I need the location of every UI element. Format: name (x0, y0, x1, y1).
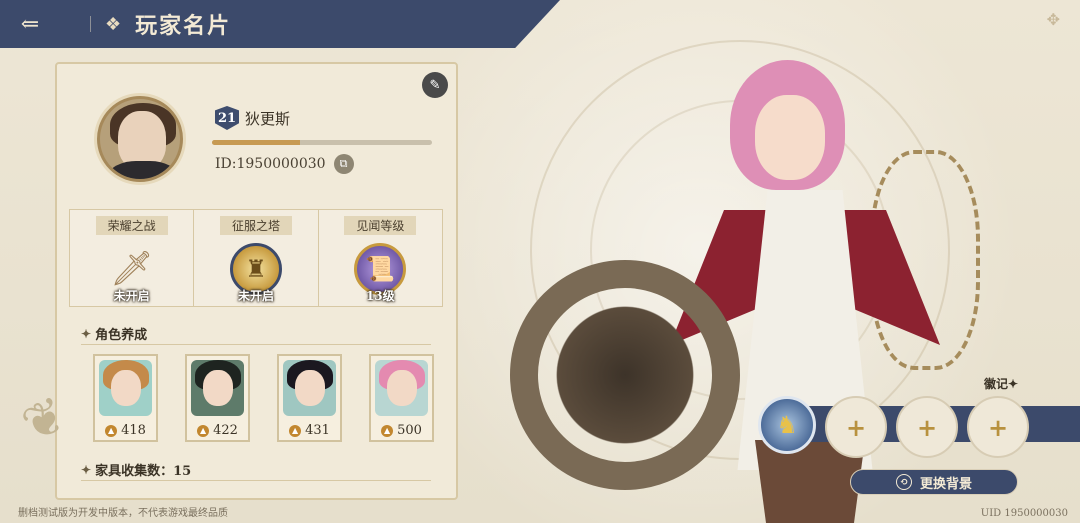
character-portrait (99, 360, 152, 416)
character-portrait (191, 360, 244, 416)
furniture-collection-count: ✦ 家具收集数：15 (81, 460, 192, 480)
character-power: ▲ 500 (371, 423, 432, 438)
star-icon: ✦ (81, 462, 92, 477)
power-value: 431 (305, 423, 330, 438)
character-card[interactable]: ▲ 418 (93, 354, 158, 442)
section-divider (81, 480, 431, 481)
header-divider (90, 16, 91, 32)
power-value: 418 (121, 423, 146, 438)
stat-glory-battle[interactable]: 荣耀之战 🗡 未开启 (70, 210, 193, 306)
avatar-body (108, 161, 178, 179)
character-portrait (375, 360, 428, 416)
flame-icon: ▲ (197, 424, 210, 437)
portrait-face (111, 370, 141, 406)
stat-title: 征服之塔 (219, 216, 292, 235)
test-version-note: 删档测试版为开发中版本，不代表游戏最终品质 (18, 508, 228, 519)
exp-bar-fill (212, 140, 300, 145)
power-value: 500 (397, 423, 422, 438)
gear-wheel-weapon (510, 260, 740, 490)
avatar[interactable] (97, 96, 183, 182)
character-portrait (283, 360, 336, 416)
swap-icon: ⟲ (895, 474, 912, 490)
portrait-face (203, 370, 233, 406)
emblem-label: 徽记✦ (984, 375, 1018, 392)
player-id-row: ID:1950000030 ⧉ (215, 154, 354, 174)
stat-title: 荣耀之战 (95, 216, 168, 235)
corner-ornament-icon: ✥ (1046, 10, 1060, 29)
stat-value: 未开启 (113, 289, 150, 303)
star-icon: ✦ (81, 326, 92, 341)
level-badge: 21 (215, 106, 239, 130)
emblem-label-text: 徽记 (984, 377, 1009, 391)
face-shape (755, 95, 825, 180)
emblem-slot-add[interactable]: + (967, 396, 1029, 458)
stat-value: 13级 (365, 289, 395, 303)
section-divider (81, 344, 431, 345)
change-background-label: 更换背景 (919, 476, 972, 492)
exp-bar (212, 140, 432, 145)
emblem-slot-add[interactable]: + (896, 396, 958, 458)
character-card[interactable]: ▲ 500 (369, 354, 434, 442)
sparkle-icon: ✦ (1008, 377, 1019, 391)
change-background-button[interactable]: ⟲ 更换背景 (850, 469, 1018, 495)
top-bar: ⇐ ❖ 玩家名片 (0, 0, 560, 48)
stat-knowledge-level[interactable]: 见闻等级 📜 13级 (317, 210, 442, 306)
player-name: 狄更斯 (245, 110, 291, 128)
emblem-slot-add[interactable]: + (825, 396, 887, 458)
stats-panel: 荣耀之战 🗡 未开启 征服之塔 ♜ 未开启 见闻等级 📜 13级 (69, 209, 443, 307)
profile-card: ✎ 21 狄更斯 ID:1950000030 ⧉ 荣耀之战 🗡 未开启 征服之塔… (55, 62, 458, 500)
character-card[interactable]: ▲ 422 (185, 354, 250, 442)
section-character-development: ✦ 角色养成 (81, 324, 148, 344)
portrait-face (387, 370, 417, 406)
menu-grid-icon: ❖ (105, 13, 122, 35)
flame-icon: ▲ (381, 424, 394, 437)
furniture-count-text: 家具收集数：15 (95, 464, 192, 479)
page-title: 玩家名片 (135, 13, 232, 39)
flame-icon: ▲ (105, 424, 118, 437)
edit-pencil-icon[interactable]: ✎ (422, 72, 448, 98)
player-id: ID:1950000030 (215, 156, 326, 172)
equipped-emblem[interactable]: ♞ (758, 396, 816, 454)
character-power: ▲ 422 (187, 423, 248, 438)
section-title-text: 角色养成 (95, 328, 148, 343)
uid-footer: UID 1950000030 (980, 508, 1068, 519)
portrait-face (295, 370, 325, 406)
character-card[interactable]: ▲ 431 (277, 354, 342, 442)
back-arrow-icon[interactable]: ⇐ (0, 0, 60, 48)
character-list: ▲ 418 ▲ 422 ▲ 431 ▲ 500 (93, 354, 434, 442)
power-value: 422 (213, 423, 238, 438)
stat-value: 未开启 (237, 289, 274, 303)
stat-conquest-tower[interactable]: 征服之塔 ♜ 未开启 (193, 210, 317, 306)
character-power: ▲ 418 (95, 423, 156, 438)
copy-icon[interactable]: ⧉ (333, 154, 354, 174)
character-power: ▲ 431 (279, 423, 340, 438)
stat-title: 见闻等级 (344, 216, 417, 235)
flame-icon: ▲ (289, 424, 302, 437)
